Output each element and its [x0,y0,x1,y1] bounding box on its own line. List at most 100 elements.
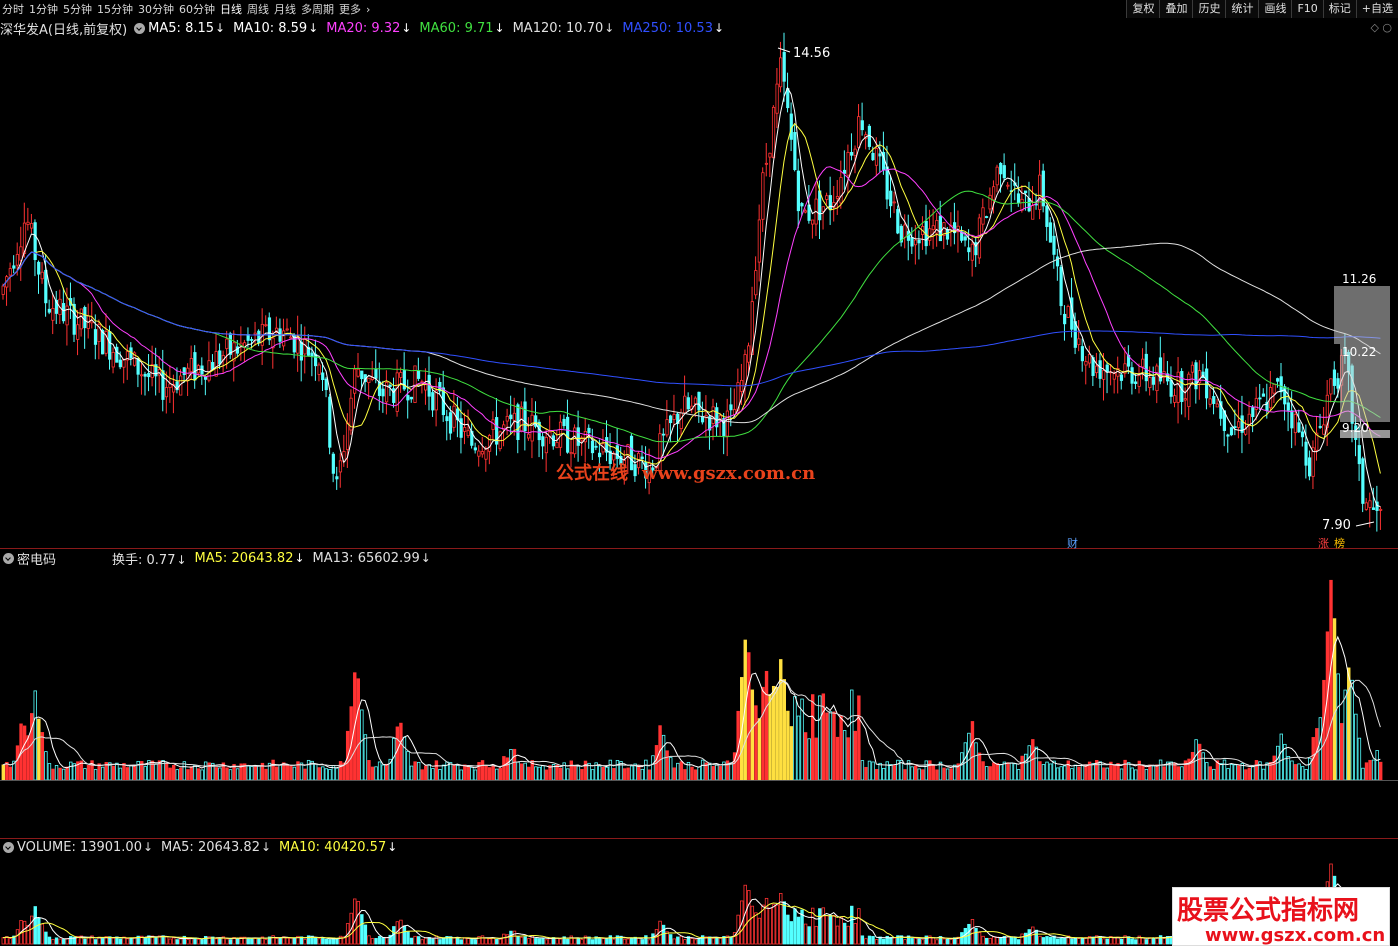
turnover-bar [988,766,992,781]
turnover-bar [665,750,669,781]
candle-body [1038,174,1042,210]
ranking-tag[interactable]: 榜 [1334,535,1345,551]
turnover-bar [154,763,158,781]
candle-body [754,270,758,296]
volume-legend: VOLUME: 13901.00↓ MA5: 20643.82↓ MA10: 4… [0,838,405,856]
turnover-bar [676,762,680,781]
limit-up-tag[interactable]: 涨 [1318,535,1329,551]
turnover-bar [61,768,66,781]
turnover-bar [953,764,957,781]
volume-bar [1158,935,1163,945]
volume-bar [516,936,520,945]
turnover-bar [970,721,975,781]
turnover-bar [413,761,417,781]
turnover-bar [1208,766,1212,781]
volume-bar [566,938,570,945]
turnover-bar [1251,766,1255,781]
turnover-bar [818,695,822,781]
candle-body [527,433,531,439]
turnover-bar [903,769,907,781]
turnover-bar [605,766,609,781]
volume-bar [977,932,982,945]
turnover-bar [1123,759,1127,781]
turnover-bar [406,751,410,781]
volume-bar [250,937,254,945]
volume-ma5: MA5: 20643.82↓ [161,839,272,855]
volume-bar [502,933,506,945]
candle-body [101,329,105,355]
turnover-bar [640,768,644,781]
turnover-bar [1134,769,1138,781]
turnover-bar [672,767,676,781]
turnover-bar [1300,766,1305,781]
volume-bar [892,937,897,945]
finance-tag[interactable]: 财 [1067,535,1078,551]
candle-body [324,378,328,391]
turnover-bar [1368,759,1372,781]
volume-bar [960,932,964,945]
turnover-bar [168,767,172,781]
volume-bar [1006,936,1010,945]
turnover-bar [1297,763,1301,781]
volume-bar [246,937,250,945]
candle-body [896,209,900,234]
volume-bar [661,924,666,945]
turnover-bar [1226,768,1230,781]
volume-bar [111,937,116,945]
candle-body [590,440,595,454]
turnover-bar [253,766,258,781]
turnover-bar [612,768,616,781]
volume-bar [317,938,321,945]
volume-bar [945,938,950,945]
turnover-bar [271,759,275,781]
candle-body [1233,426,1237,429]
indicator-name[interactable]: 密电码 [17,549,56,568]
volume-bar [871,936,875,945]
volume-bar [598,937,602,945]
turnover-bar [999,764,1003,781]
volume-bar [253,938,258,945]
volume-bar [86,937,91,945]
candle-body [8,268,12,276]
turnover-bar [1173,762,1177,781]
volume-bar [913,937,918,945]
candle-body [360,370,364,380]
candle-body [1052,235,1056,255]
turnover-bar [683,769,687,781]
chevron-down-icon[interactable] [3,552,14,564]
turnover-bar [384,763,389,781]
candle-body [1141,358,1145,368]
turnover-bar [484,765,488,781]
turnover-bar [356,678,360,781]
volume-bar [1009,936,1014,945]
turnover-bar [1059,766,1063,781]
turnover-ma5-line [2,635,1381,769]
turnover-bar [292,766,297,781]
volume-bar [590,939,595,945]
ma10-line [2,122,1381,474]
turnover-bar [718,766,723,781]
candle-body [1279,376,1283,393]
chevron-down-icon[interactable] [3,841,14,853]
turnover-bar [1339,723,1344,781]
volume-bar [970,919,975,945]
candle-body [1371,507,1376,510]
candle-body [1119,374,1124,381]
volume-bar [558,938,563,945]
candle-body [615,445,619,459]
candle-body [374,368,378,379]
candle-body [1361,458,1365,504]
volume-bar [505,934,510,945]
volume-bar [693,939,698,945]
turnover-bar [1155,764,1159,781]
volume-bar [132,937,137,945]
candle-body [555,442,559,449]
volume-bar [143,937,147,945]
turnover-bar [754,705,758,781]
turnover-bar [171,764,176,781]
volume-bar [264,939,268,945]
volume-bar [935,939,939,945]
high-price-label: 14.56 [793,46,830,61]
candle-body [473,447,477,451]
candle-body [168,383,172,388]
